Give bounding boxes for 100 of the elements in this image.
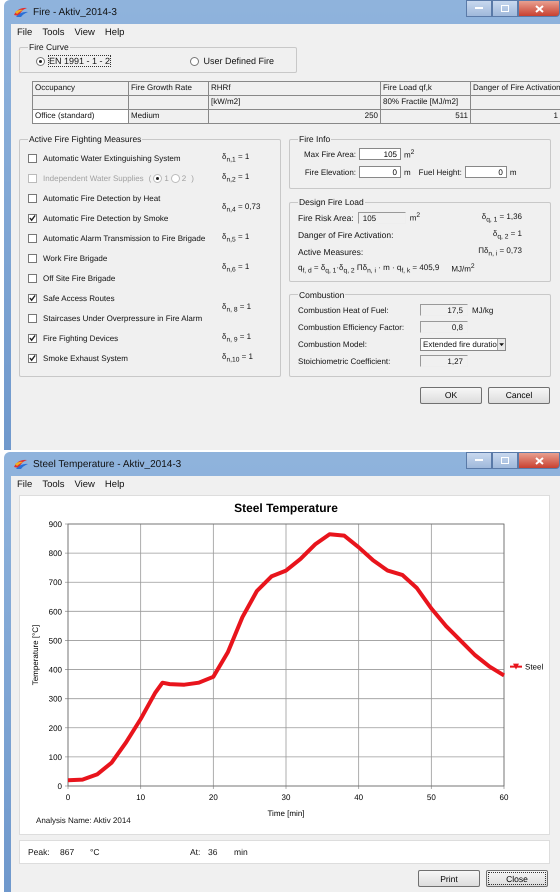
- dialog-button[interactable]: OK: [420, 386, 482, 404]
- checkbox-option[interactable]: Automatic Fire Detection by Heat: [28, 194, 160, 202]
- tick-label: 30: [282, 793, 290, 802]
- checkbox-option[interactable]: Fire Fighting Devices: [28, 334, 118, 342]
- factor-formula: Πδ$_{n, i}$ = 0,73: [478, 246, 522, 258]
- field-label: Combustion Heat of Fuel:: [298, 306, 390, 315]
- app-icon: [13, 6, 29, 18]
- readonly-field: 1,27: [420, 355, 468, 368]
- radio-option[interactable]: User Defined Fire: [190, 56, 274, 66]
- table-cell: Medium: [129, 110, 209, 124]
- factor-formula: δ$_{n,1}$ = 1: [222, 152, 250, 164]
- field-label: Combustion Efficiency Factor:: [298, 322, 406, 332]
- paren-text: (: [148, 174, 152, 182]
- input-field[interactable]: 0: [359, 166, 401, 178]
- paren-text: ): [191, 174, 194, 182]
- menu-item[interactable]: View: [74, 26, 95, 38]
- factor-formula: δ$_{n,2}$ = 1: [222, 172, 250, 184]
- minimize-button[interactable]: [466, 0, 492, 17]
- table-cell: 1: [471, 110, 560, 124]
- unit-label: m: [510, 168, 516, 176]
- menu-item[interactable]: File: [17, 26, 32, 38]
- maximize-icon: [501, 5, 509, 12]
- status-label: Peak:: [28, 847, 51, 857]
- window-title: Steel Temperature - Aktiv_2014-3: [33, 458, 182, 470]
- tick-label: 600: [48, 607, 62, 616]
- factor-formula: δ$_{n,4}$ = 0,73: [222, 202, 262, 214]
- legend-label: Steel: [525, 662, 544, 672]
- readonly-field: 17,5: [420, 304, 468, 316]
- menu-item[interactable]: Help: [104, 26, 124, 38]
- checkbox-option[interactable]: Off Site Fire Brigade: [28, 274, 116, 282]
- group-title: Fire Curve: [28, 42, 70, 52]
- factor-formula: δ$_{n,5}$ = 1: [222, 232, 250, 244]
- checkbox-option[interactable]: Automatic Alarm Transmission to Fire Brigade: [28, 234, 206, 242]
- close-icon: [534, 4, 544, 12]
- dropdown[interactable]: Extended fire duratio: [420, 338, 506, 351]
- column-header: Occupancy: [33, 82, 129, 96]
- factor-formula: δ$_{q, 1}$ = 1,36: [482, 212, 522, 224]
- checkbox-option[interactable]: Automatic Water Extinguishing System: [28, 154, 181, 162]
- unit-label: MJ/m$^{2}$: [451, 263, 475, 274]
- tick-label: 60: [500, 793, 508, 802]
- column-header: Fire Growth Rate: [129, 82, 209, 96]
- field-label: Combustion Model:: [298, 340, 368, 349]
- table-cell: 250: [209, 110, 381, 124]
- dialog-button[interactable]: Close: [486, 870, 548, 887]
- field-label: Max Fire Area:: [302, 150, 356, 158]
- dialog-button[interactable]: Cancel: [488, 386, 550, 404]
- axis-title: Temperature [°C]: [31, 624, 40, 686]
- minimize-button[interactable]: [466, 452, 492, 469]
- axis-title: Time [min]: [267, 809, 305, 818]
- app-icon: [13, 458, 29, 470]
- tick-label: 0: [66, 793, 70, 802]
- factor-formula: δ$_{n, 9}$ = 1: [222, 332, 252, 344]
- checkbox-option[interactable]: Automatic Fire Detection by Smoke: [28, 214, 168, 222]
- column-header: Fire Load qf,k: [381, 82, 471, 96]
- tick-label: 50: [426, 793, 436, 802]
- maximize-button[interactable]: [492, 0, 518, 17]
- group-title: Design Fire Load: [298, 197, 365, 207]
- group-title: Active Fire Fighting Measures: [28, 134, 142, 144]
- menu-item[interactable]: View: [74, 478, 95, 490]
- checkbox-option[interactable]: Staircases Under Overpressure in Fire Alarm: [28, 314, 202, 322]
- maximize-button[interactable]: [492, 452, 518, 469]
- status-value: 867: [60, 847, 76, 857]
- tick-label: 300: [48, 694, 62, 704]
- chart-title: Steel Temperature: [234, 501, 338, 515]
- checkbox-option[interactable]: Safe Access Routes: [28, 294, 115, 302]
- checkbox-option[interactable]: Smoke Exhaust System: [28, 354, 128, 362]
- minimize-icon: [475, 7, 483, 10]
- menu-item[interactable]: File: [17, 478, 32, 490]
- tick-label: 10: [136, 793, 146, 802]
- field-label: Active Measures:: [298, 246, 364, 256]
- factor-formula: δ$_{n,6}$ = 1: [222, 262, 250, 274]
- close-button[interactable]: [518, 452, 560, 469]
- tick-label: 500: [48, 636, 62, 646]
- window-title: Fire - Aktiv_2014-3: [33, 6, 117, 18]
- unit-label: m: [404, 168, 411, 176]
- field-label: Stoichiometric Coefficient:: [298, 356, 392, 366]
- column-header: Danger of Fire Activation: [471, 82, 560, 96]
- dialog-button[interactable]: Print: [418, 870, 480, 887]
- close-button[interactable]: [518, 0, 560, 17]
- tick-label: 800: [48, 549, 62, 558]
- menu-item[interactable]: Tools: [42, 478, 64, 490]
- tick-label: 700: [48, 578, 62, 588]
- status-unit: °C: [90, 847, 101, 857]
- checkbox-option[interactable]: Work Fire Brigade: [28, 254, 108, 262]
- menu-item[interactable]: Help: [104, 478, 124, 490]
- status-unit: min: [234, 847, 248, 857]
- radio-option[interactable]: EN 1991 - 1 - 2: [36, 56, 110, 66]
- group-title: Combustion: [298, 290, 346, 300]
- column-header: RHRf: [209, 82, 381, 96]
- field-label: Fire Elevation:: [304, 168, 356, 176]
- tick-label: 400: [48, 666, 62, 675]
- group-title: Fire Info: [298, 134, 332, 144]
- column-unit: [kW/m2]: [209, 96, 381, 110]
- input-field[interactable]: 105: [359, 148, 401, 160]
- result-formula: q$_{f, d}$ = δ$_{q, 1}$·δ$_{q, 2}$ Πδ$_{n, i}$ · m · q$_{f, k}$ = 405,9: [298, 263, 440, 275]
- table-cell: Office (standard): [33, 110, 129, 124]
- menu-item[interactable]: Tools: [42, 26, 64, 38]
- tick-label: 100: [48, 752, 62, 762]
- input-field[interactable]: 0: [464, 166, 507, 178]
- minimize-icon: [475, 459, 483, 462]
